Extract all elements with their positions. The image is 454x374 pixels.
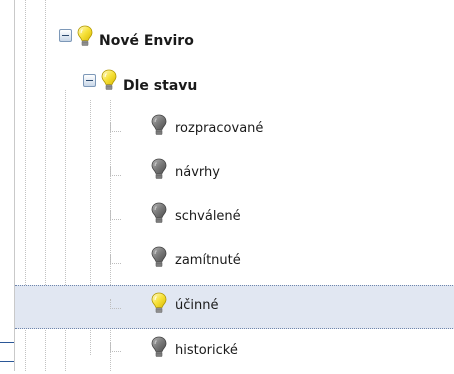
collapse-toggle-icon[interactable] (59, 29, 72, 42)
tree-node-label: účinné (175, 298, 219, 313)
tree-node-leaf[interactable]: rozpracované (15, 108, 454, 152)
tree-node-root[interactable]: Nové Enviro (15, 20, 454, 64)
tree-node-leaf[interactable]: historické (15, 330, 454, 374)
tree-connector (110, 254, 121, 264)
tree-connector (110, 210, 121, 220)
tree-node-group[interactable]: Dle stavu (15, 64, 454, 108)
tree-node-label: zamítnuté (175, 253, 241, 268)
tree-node-label: Dle stavu (123, 78, 198, 94)
lightbulb-off-icon (151, 114, 167, 135)
tree-node-leaf[interactable]: návrhy (15, 152, 454, 196)
tree-node-label: Nové Enviro (99, 33, 194, 49)
lightbulb-off-icon (151, 336, 167, 357)
tree-connector (110, 299, 121, 309)
lightbulb-off-icon (151, 202, 167, 223)
tree-node-label: rozpracované (175, 121, 264, 136)
lightbulb-on-icon (77, 25, 93, 46)
tree-node-leaf[interactable]: zamítnuté (15, 240, 454, 284)
tree-node-label: schválené (175, 209, 241, 224)
lightbulb-off-icon (151, 246, 167, 267)
tree-connector (110, 166, 121, 176)
tree-node-label: návrhy (175, 165, 220, 180)
collapse-toggle-icon[interactable] (83, 74, 96, 87)
tree-connector (110, 342, 121, 352)
lightbulb-off-icon (151, 158, 167, 179)
lightbulb-on-icon (151, 292, 167, 313)
tree-node-leaf-selected[interactable]: účinné (15, 285, 454, 329)
lightbulb-on-icon (101, 69, 117, 90)
tree-node-leaf[interactable]: schválené (15, 196, 454, 240)
tree-view-panel: Nové Enviro Dle stavu rozpracované návrh… (14, 0, 454, 371)
tree-node-label: historické (175, 343, 238, 358)
tree-connector (110, 122, 121, 132)
